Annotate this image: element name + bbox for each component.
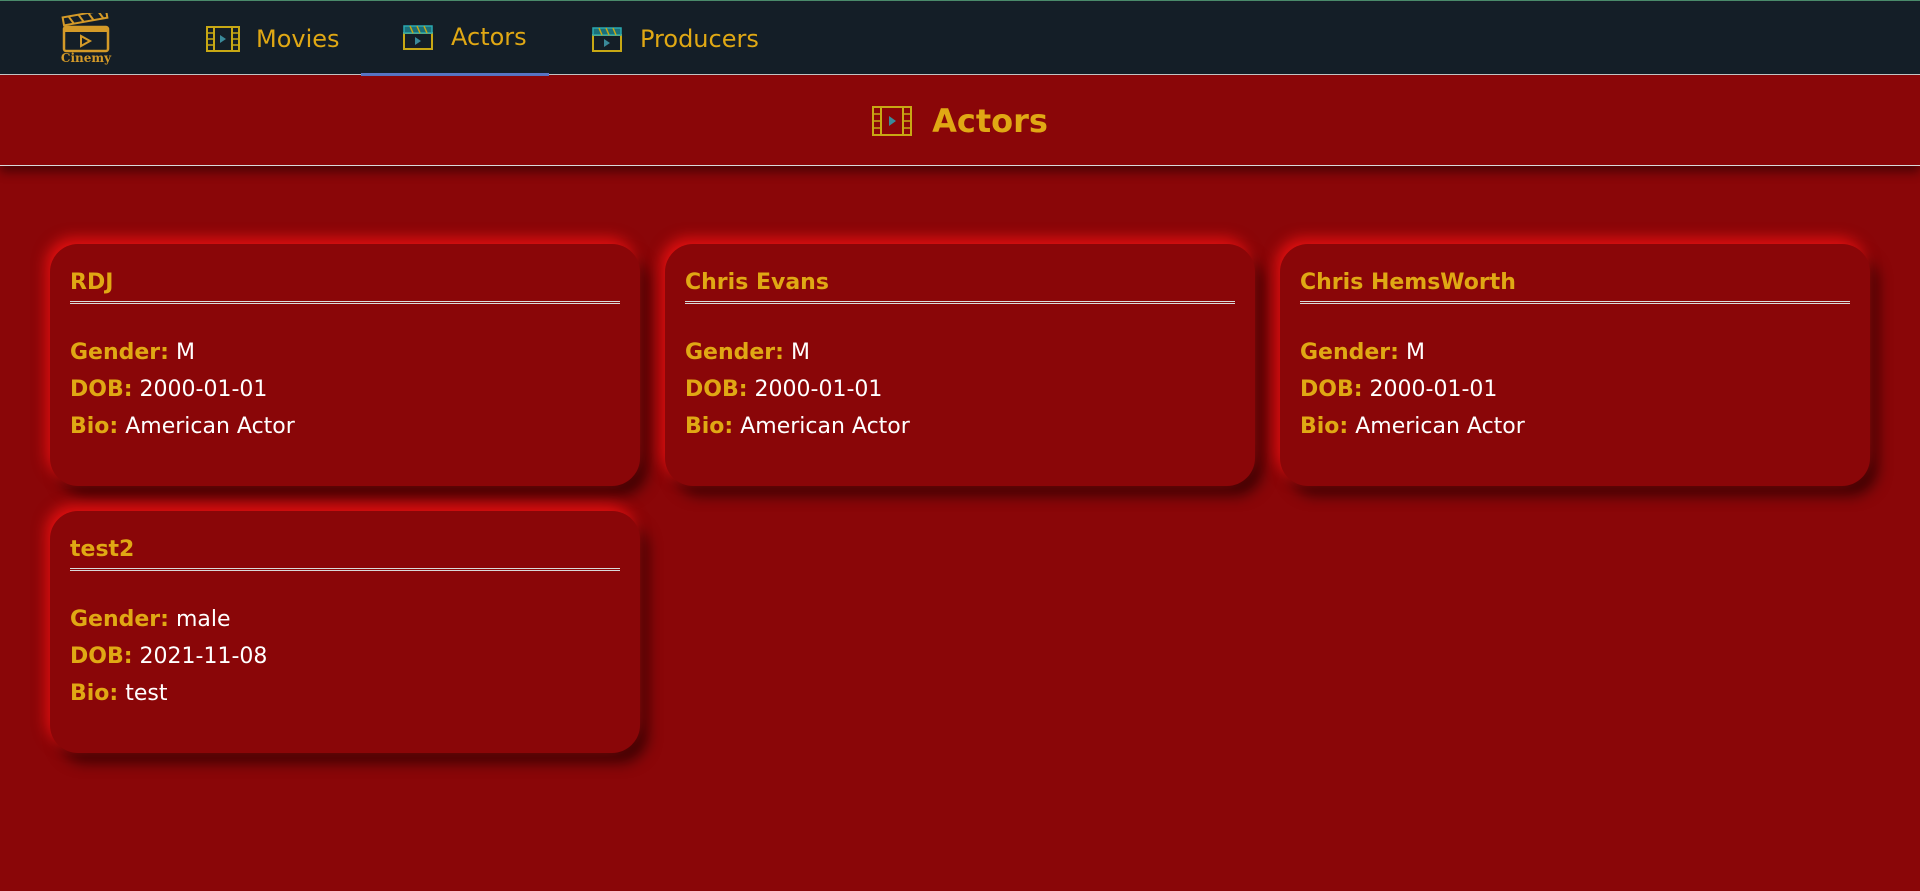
bio-label: Bio: (70, 681, 119, 706)
nav-label-movies: Movies (256, 24, 340, 53)
actor-bio-row: Bio: test (70, 675, 620, 712)
clapperboard-icon (590, 26, 624, 52)
actor-gender-row: Gender: M (685, 334, 1235, 371)
actor-bio: American Actor (740, 414, 910, 439)
dob-label: DOB: (1300, 377, 1363, 402)
dob-label: DOB: (70, 644, 133, 669)
actor-gender: M (1405, 340, 1425, 365)
actor-card[interactable]: RDJ Gender: M DOB: 2000-01-01 Bio: Ameri… (50, 244, 640, 486)
nav-label-producers: Producers (640, 24, 759, 53)
nav-item-producers[interactable]: Producers (590, 1, 759, 76)
actor-name: test2 (70, 537, 620, 571)
gender-label: Gender: (70, 340, 169, 365)
actor-dob-row: DOB: 2000-01-01 (70, 371, 620, 408)
bio-label: Bio: (70, 414, 119, 439)
gender-label: Gender: (1300, 340, 1399, 365)
svg-text:Cinemy: Cinemy (61, 51, 112, 65)
actor-gender-row: Gender: male (70, 601, 620, 638)
dob-label: DOB: (685, 377, 748, 402)
gender-label: Gender: (70, 607, 169, 632)
bio-label: Bio: (1300, 414, 1349, 439)
actor-card[interactable]: test2 Gender: male DOB: 2021-11-08 Bio: … (50, 511, 640, 753)
actor-bio: test (125, 681, 168, 706)
actor-name: RDJ (70, 270, 620, 304)
actor-gender-row: Gender: M (1300, 334, 1850, 371)
actor-bio-row: Bio: American Actor (70, 408, 620, 445)
cinemy-logo[interactable]: Cinemy (36, 8, 136, 65)
actor-card[interactable]: Chris HemsWorth Gender: M DOB: 2000-01-0… (1280, 244, 1870, 486)
actor-name: Chris HemsWorth (1300, 270, 1850, 304)
actor-dob-row: DOB: 2000-01-01 (685, 371, 1235, 408)
actor-dob: 2000-01-01 (1369, 377, 1498, 402)
nav-label-actors: Actors (451, 23, 527, 51)
actor-bio-row: Bio: American Actor (685, 408, 1235, 445)
actor-bio: American Actor (1355, 414, 1525, 439)
actor-dob-row: DOB: 2021-11-08 (70, 638, 620, 675)
dob-label: DOB: (70, 377, 133, 402)
actor-name: Chris Evans (685, 270, 1235, 304)
actor-gender: male (175, 607, 231, 632)
actor-dob: 2021-11-08 (139, 644, 268, 669)
clapperboard-logo-icon: Cinemy (61, 8, 112, 65)
actor-bio-row: Bio: American Actor (1300, 408, 1850, 445)
actor-gender: M (175, 340, 195, 365)
actor-gender-row: Gender: M (70, 334, 620, 371)
bio-label: Bio: (685, 414, 734, 439)
actor-dob: 2000-01-01 (754, 377, 883, 402)
nav-item-actors[interactable]: Actors (361, 1, 549, 76)
gender-label: Gender: (685, 340, 784, 365)
film-icon (872, 105, 913, 136)
nav-item-movies[interactable]: Movies (206, 1, 340, 76)
film-icon (206, 25, 240, 52)
clapperboard-icon (401, 24, 435, 50)
top-navbar: Cinemy Movies Actors Producers (0, 0, 1920, 76)
actor-dob-row: DOB: 2000-01-01 (1300, 371, 1850, 408)
actor-gender: M (790, 340, 810, 365)
actor-dob: 2000-01-01 (139, 377, 268, 402)
page-title: Actors (932, 101, 1048, 140)
actor-bio: American Actor (125, 414, 295, 439)
page-header: Actors (0, 76, 1920, 166)
actor-card[interactable]: Chris Evans Gender: M DOB: 2000-01-01 Bi… (665, 244, 1255, 486)
